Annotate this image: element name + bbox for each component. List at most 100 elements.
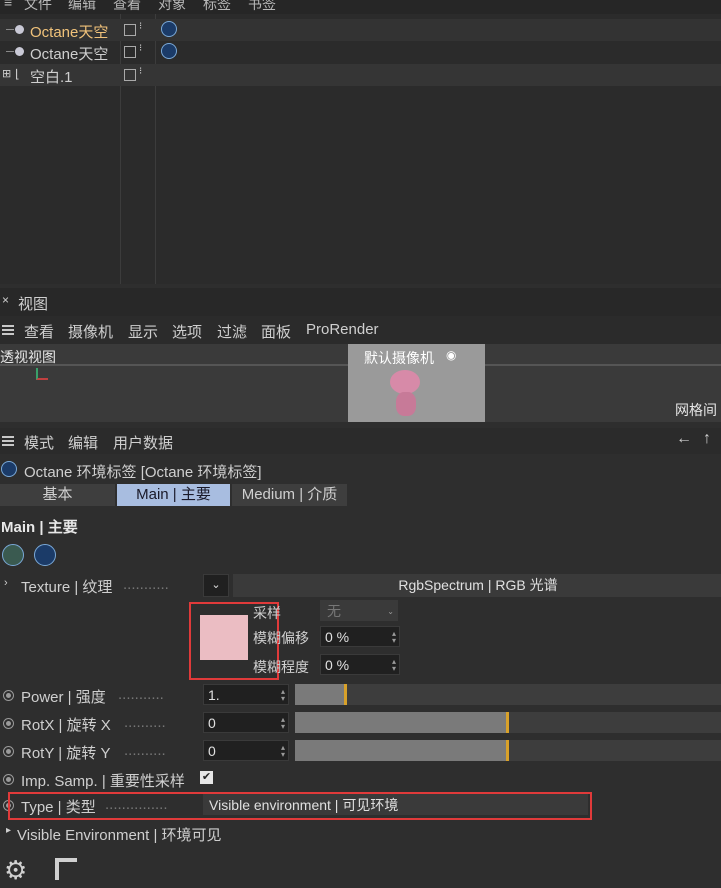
- blur-scale-input[interactable]: 0 % ▴ ▾: [320, 654, 400, 675]
- visible-env-label: Visible Environment | 环境可见: [17, 827, 222, 844]
- hamburger-icon[interactable]: [2, 436, 14, 446]
- power-slider-fill: [295, 684, 347, 705]
- animation-key-icon[interactable]: [3, 690, 14, 701]
- imp-samp-label: Imp. Samp. | 重要性采样: [21, 773, 185, 790]
- rotx-slider[interactable]: [295, 712, 721, 733]
- blur-offset-label: 模糊偏移: [253, 630, 309, 646]
- label-dots: ..........: [124, 742, 166, 759]
- section-heading: Main | 主要: [1, 519, 78, 536]
- attr-menu-edit[interactable]: 编辑: [68, 432, 98, 453]
- menu-file[interactable]: 文件: [24, 0, 52, 14]
- viewport-menubar: 查看 摄像机 显示 选项 过滤 面板 ProRender: [0, 316, 721, 344]
- texture-value[interactable]: RgbSpectrum | RGB 光谱: [233, 574, 721, 597]
- camera-icon: ◉: [446, 348, 457, 362]
- menu-item-doc-icon[interactable]: ≡: [4, 0, 12, 10]
- attribute-tabs: 基本 Main | 主要 Medium | 介质: [0, 484, 721, 506]
- vp-menu-options[interactable]: 选项: [172, 321, 202, 342]
- attr-menu-userdata[interactable]: 用户数据: [113, 432, 173, 453]
- viewport-canvas[interactable]: 透视视图 默认摄像机 ◉ 网格间: [0, 344, 721, 422]
- layout-icon[interactable]: [55, 858, 77, 880]
- vp-menu-panel[interactable]: 面板: [261, 321, 291, 342]
- viewport-title: 视图: [18, 296, 49, 313]
- power-label: Power | 强度: [21, 689, 106, 706]
- help-logo-icon[interactable]: ⚙: [4, 855, 27, 886]
- expand-arrow-icon[interactable]: ›: [4, 577, 8, 589]
- blur-scale-label: 模糊程度: [253, 659, 309, 675]
- hamburger-icon[interactable]: [2, 325, 14, 335]
- sky-object-icon: [15, 47, 24, 56]
- roty-slider-fill: [295, 740, 508, 761]
- vp-menu-display[interactable]: 显示: [128, 321, 158, 342]
- expand-icon[interactable]: ⊞: [2, 67, 11, 80]
- dots-icon[interactable]: ⁝: [139, 66, 142, 77]
- shading-mode-icon[interactable]: [2, 544, 24, 566]
- rotx-slider-handle[interactable]: [506, 712, 509, 733]
- imp-samp-checkbox[interactable]: ✔: [200, 771, 213, 784]
- power-slider[interactable]: [295, 684, 721, 705]
- octane-mode-icon[interactable]: [34, 544, 56, 566]
- object-name[interactable]: 空白.1: [30, 66, 73, 87]
- axis-gizmo-icon: [36, 368, 48, 380]
- object-row-octane-sky-1[interactable]: Octane天空 ⁝: [0, 19, 721, 41]
- label-dots: ...........: [118, 686, 164, 703]
- dots-icon[interactable]: ⁝: [139, 21, 142, 32]
- texture-label: Texture | 纹理: [21, 579, 113, 596]
- up-arrow-icon[interactable]: ↑: [703, 430, 711, 448]
- roty-label: RotY | 旋转 Y: [21, 745, 111, 762]
- roty-slider-handle[interactable]: [506, 740, 509, 761]
- vp-menu-filter[interactable]: 过滤: [217, 321, 247, 342]
- animation-key-icon[interactable]: [3, 718, 14, 729]
- label-dots: ..........: [124, 714, 166, 731]
- rotx-row: RotX | 旋转 X .......... 0 ▴ ▾: [0, 712, 721, 734]
- menu-tag[interactable]: 标签: [203, 0, 231, 14]
- vp-menu-view[interactable]: 查看: [24, 321, 54, 342]
- object-name[interactable]: Octane天空: [30, 21, 108, 42]
- sky-object-icon: [15, 25, 24, 34]
- octane-environment-tag-icon[interactable]: [161, 21, 177, 37]
- texture-dropdown-button[interactable]: ⌄: [203, 574, 229, 597]
- main-menubar: ≡ 文件 编辑 查看 对象 标签 书签: [0, 0, 721, 14]
- annotation-box-type: [8, 792, 592, 820]
- sampling-dropdown[interactable]: 无 ⌄: [320, 600, 398, 621]
- dots-icon[interactable]: ⁝: [139, 43, 142, 54]
- expand-arrow-icon[interactable]: ▸: [6, 825, 11, 836]
- back-arrow-icon[interactable]: ←: [676, 430, 692, 448]
- animation-key-icon[interactable]: [3, 746, 14, 757]
- character-head-shape: [390, 370, 420, 394]
- object-name[interactable]: Octane天空: [30, 43, 108, 64]
- menu-edit[interactable]: 编辑: [68, 0, 96, 14]
- menu-bookmark[interactable]: 书签: [248, 0, 276, 14]
- view-name-label: 透视视图: [0, 349, 56, 365]
- viewport-title-bar: × 视图: [0, 288, 721, 316]
- animation-key-icon[interactable]: [3, 774, 14, 785]
- texture-row: › Texture | 纹理 ........... ⌄ RgbSpectrum…: [0, 574, 721, 597]
- menu-object[interactable]: 对象: [158, 0, 186, 14]
- visible-env-row[interactable]: ▸ Visible Environment | 环境可见: [0, 822, 721, 844]
- label-dots: ...........: [123, 576, 169, 593]
- tab-basic[interactable]: 基本: [0, 484, 115, 506]
- menu-view[interactable]: 查看: [113, 0, 141, 14]
- power-input[interactable]: 1. ▴ ▾: [203, 684, 289, 705]
- octane-environment-tag-icon[interactable]: [161, 43, 177, 59]
- visibility-icon[interactable]: [124, 24, 136, 36]
- blur-offset-input[interactable]: 0 % ▴ ▾: [320, 626, 400, 647]
- roty-input[interactable]: 0 ▴ ▾: [203, 740, 289, 761]
- object-row-null-1[interactable]: ⊞ ⌊ 空白.1 ⁝: [0, 64, 721, 86]
- rotx-label: RotX | 旋转 X: [21, 717, 111, 734]
- visibility-icon[interactable]: [124, 69, 136, 81]
- visibility-icon[interactable]: [124, 46, 136, 58]
- tab-main[interactable]: Main | 主要: [117, 484, 230, 506]
- close-icon[interactable]: ×: [2, 293, 9, 307]
- roty-slider[interactable]: [295, 740, 721, 761]
- vp-menu-prorender[interactable]: ProRender: [306, 321, 379, 338]
- rotx-input[interactable]: 0 ▴ ▾: [203, 712, 289, 733]
- character-body-shape: [396, 392, 416, 416]
- tab-medium[interactable]: Medium | 介质: [232, 484, 347, 506]
- tree-line: [6, 51, 14, 52]
- power-slider-handle[interactable]: [344, 684, 348, 705]
- object-row-octane-sky-2[interactable]: Octane天空 ⁝: [0, 41, 721, 63]
- attr-menu-mode[interactable]: 模式: [24, 432, 54, 453]
- sampling-label: 采样: [253, 605, 281, 621]
- vp-menu-camera[interactable]: 摄像机: [68, 321, 113, 342]
- camera-preview: 默认摄像机 ◉: [348, 344, 485, 422]
